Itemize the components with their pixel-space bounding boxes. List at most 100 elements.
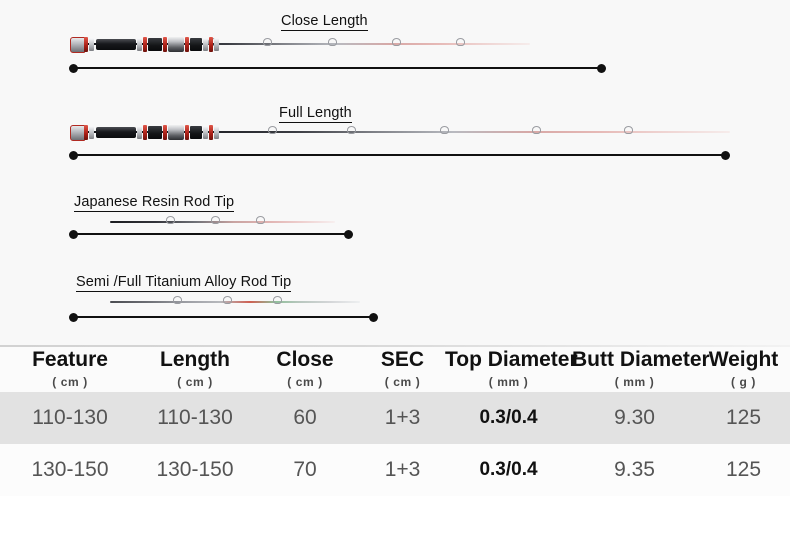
table-row: 130-150 130-150 70 1+3 0.3/0.4 9.35 125 bbox=[0, 444, 790, 496]
fishing-rod-illustration bbox=[110, 290, 360, 314]
fishing-rod-illustration bbox=[70, 32, 530, 56]
header-row: Feature ( cm ) Length ( cm ) Close ( cm ) SEC (… bbox=[0, 347, 790, 392]
rod-guide-ring bbox=[439, 126, 449, 134]
table-cell: 125 bbox=[725, 406, 762, 429]
rod-grip bbox=[96, 127, 136, 138]
column-header-title: SEC bbox=[380, 348, 425, 371]
rod-black-band bbox=[190, 126, 202, 139]
column-header-unit: ( cm ) bbox=[384, 375, 421, 389]
rod-red-band bbox=[185, 37, 189, 52]
column-header-unit: ( mm ) bbox=[488, 375, 529, 389]
rod-guide-ring bbox=[624, 126, 634, 134]
table-cell: 0.3/0.4 bbox=[479, 407, 538, 428]
measurement-bar bbox=[69, 312, 378, 322]
table-cell: 130-150 bbox=[156, 458, 234, 481]
rod-guide-ring bbox=[166, 216, 176, 224]
table-cell: 60 bbox=[293, 406, 317, 429]
table-cell: 0.3/0.4 bbox=[479, 459, 538, 480]
rod-butt-cap bbox=[70, 37, 85, 53]
table-cell: 130-150 bbox=[31, 458, 109, 481]
rod-red-band bbox=[163, 125, 167, 140]
table-header: Feature ( cm ) Length ( cm ) Close ( cm ) SEC (… bbox=[0, 347, 790, 392]
measurement-endpoint-left bbox=[69, 312, 78, 322]
rod-silver-band bbox=[137, 126, 142, 139]
table-cell: 1+3 bbox=[384, 406, 421, 429]
rod-red-band bbox=[143, 37, 147, 52]
measurement-endpoint-right bbox=[597, 63, 606, 73]
rod-guide-ring bbox=[211, 216, 221, 224]
table-cell: 110-130 bbox=[32, 406, 108, 429]
column-header-unit: ( cm ) bbox=[52, 375, 88, 389]
specification-table: Feature ( cm ) Length ( cm ) Close ( cm ) SEC (… bbox=[0, 347, 790, 496]
column-header-title: Close bbox=[276, 348, 334, 371]
rod-butt-cap bbox=[70, 125, 85, 141]
measurement-endpoint-left bbox=[69, 229, 78, 239]
rod-black-band bbox=[190, 38, 202, 51]
product-spec-image: Close Length Full Length Japanese Resin Ro… bbox=[0, 0, 790, 537]
table-cell: 1+3 bbox=[384, 458, 421, 481]
column-header: Feature ( cm ) bbox=[0, 347, 140, 392]
measurement-endpoint-left bbox=[69, 63, 78, 73]
diagram-caption: Close Length bbox=[281, 13, 368, 31]
rod-guide-ring bbox=[172, 296, 182, 304]
rod-red-band bbox=[185, 125, 189, 140]
column-header-unit: ( cm ) bbox=[177, 375, 213, 389]
fishing-rod-illustration bbox=[110, 210, 335, 234]
table-body: 110-130 110-130 60 1+3 0.3/0.4 9.30 125 130-150… bbox=[0, 392, 790, 496]
table-cell: 70 bbox=[293, 458, 317, 481]
rod-guide-ring bbox=[263, 38, 273, 46]
rod-red-band bbox=[209, 37, 213, 52]
rod-guide-ring bbox=[268, 126, 277, 134]
rod-black-band bbox=[148, 38, 162, 51]
rod-grip bbox=[96, 39, 136, 50]
table-row: 110-130 110-130 60 1+3 0.3/0.4 9.30 125 bbox=[0, 392, 790, 444]
rod-guide-ring bbox=[456, 38, 466, 46]
rod-reel-seat bbox=[168, 37, 184, 52]
rod-silver-band bbox=[203, 126, 208, 139]
rod-guide-ring bbox=[256, 216, 266, 224]
column-header-title: Length bbox=[160, 348, 230, 371]
rod-guide-ring bbox=[532, 126, 541, 134]
rod-silver-band bbox=[89, 38, 94, 51]
table-cell: 125 bbox=[725, 458, 762, 481]
column-header-title: Top Diameter bbox=[445, 348, 578, 371]
rod-silver-band bbox=[214, 126, 219, 139]
rod-red-band bbox=[143, 125, 147, 140]
column-header: Weight ( g ) bbox=[697, 347, 790, 392]
measurement-bar bbox=[69, 63, 606, 73]
fishing-rod-illustration bbox=[70, 120, 730, 144]
column-header: Close ( cm ) bbox=[250, 347, 360, 392]
table-cell: 9.30 bbox=[614, 406, 655, 429]
rod-reel-seat bbox=[168, 125, 184, 140]
column-header-unit: ( g ) bbox=[731, 375, 756, 389]
rod-silver-band bbox=[89, 126, 94, 139]
rod-red-band bbox=[84, 125, 88, 140]
rod-blank bbox=[110, 301, 360, 303]
measurement-endpoint-right bbox=[721, 150, 730, 160]
column-header-title: Feature bbox=[32, 348, 108, 371]
rod-red-band bbox=[84, 37, 88, 52]
rod-red-band bbox=[163, 37, 167, 52]
measurement-bar bbox=[69, 229, 353, 239]
column-header-title: Butt Diameter bbox=[572, 348, 710, 371]
column-header-unit: ( cm ) bbox=[287, 375, 323, 389]
rod-guide-ring bbox=[392, 38, 401, 46]
measurement-endpoint-left bbox=[69, 150, 78, 160]
rod-silver-band bbox=[137, 38, 142, 51]
measurement-bar bbox=[69, 150, 730, 160]
measurement-endpoint-right bbox=[344, 229, 353, 239]
rod-blank bbox=[110, 221, 335, 223]
column-header: Length ( cm ) bbox=[140, 347, 250, 392]
rod-guide-ring bbox=[347, 126, 357, 134]
table-cell: 9.35 bbox=[614, 458, 655, 481]
column-header-unit: ( mm ) bbox=[614, 375, 655, 389]
rod-black-band bbox=[148, 126, 162, 139]
column-header-title: Weight bbox=[708, 348, 779, 371]
rod-guide-ring bbox=[272, 296, 282, 304]
column-header: Butt Diameter ( mm ) bbox=[572, 347, 710, 392]
table-cell: 110-130 bbox=[157, 406, 233, 429]
rod-red-band bbox=[209, 125, 213, 140]
column-header: Top Diameter ( mm ) bbox=[445, 347, 578, 392]
rod-guide-ring bbox=[327, 38, 337, 46]
rod-diagram-area: Close Length Full Length Japanese Resin Ro… bbox=[0, 0, 790, 347]
